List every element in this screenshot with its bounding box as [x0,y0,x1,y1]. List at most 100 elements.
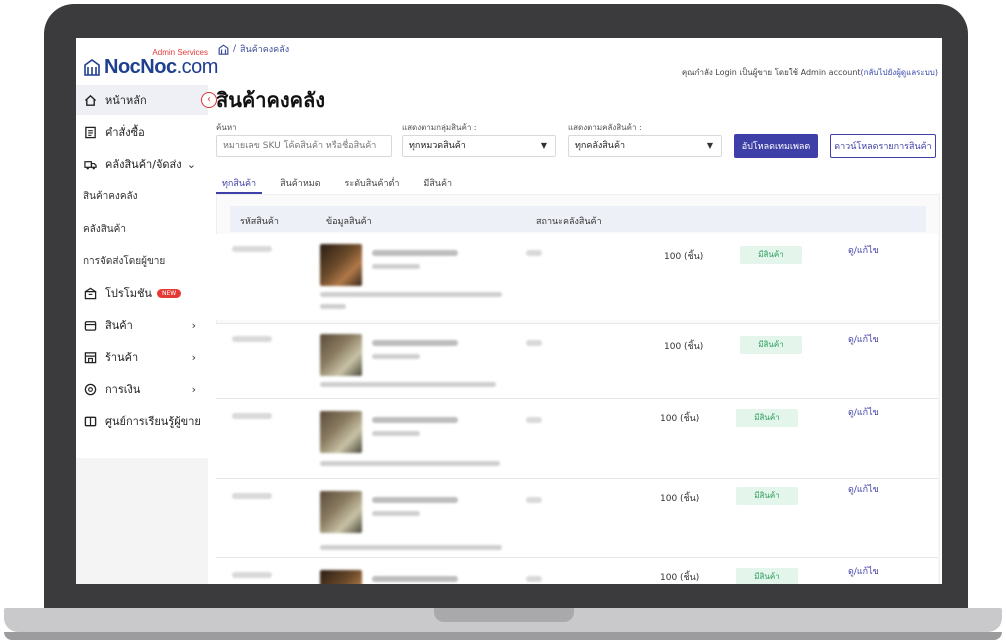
stock-quantity: 100 (ชิ้น) [660,494,700,504]
sku-blurred [232,493,272,499]
sidebar-item-promotion[interactable]: โปรโมชัน NEW [76,278,208,308]
logo-brand: NocNoc [104,56,177,78]
sidebar-item-label: คำสั่งซื้อ [105,126,145,139]
sidebar-item-warehouse[interactable]: คลังสินค้า/จัดส่ง ⌄ [76,149,208,179]
logo-text: NocNoc.com [104,56,218,79]
product-thumbnail [320,244,362,286]
product-thumbnail [320,334,362,376]
breadcrumb: / สินค้าคงคลัง [218,42,289,56]
warehouse-label: แสดงตามคลังสินค้า : [568,123,642,132]
sidebar-item-finance[interactable]: การเงิน › [76,374,208,404]
caret-down-icon: ▼ [706,141,713,150]
page-title: สินค้าคงคลัง [216,88,326,112]
product-name-blurred [372,250,458,256]
stock-quantity: 100 (ชิ้น) [664,342,704,352]
breadcrumb-current: สินค้าคงคลัง [240,45,290,55]
column-header-stock-status: สถานะคลังสินค้า [536,217,602,227]
sidebar-item-orders[interactable]: คำสั่งซื้อ [76,117,208,147]
chevron-right-icon[interactable]: › [192,351,196,364]
product-desc-blurred [320,292,502,297]
view-edit-link[interactable]: ดู/แก้ไข [848,243,879,257]
chevron-right-icon[interactable]: › [192,319,196,332]
truck-icon [83,157,97,171]
upload-template-button[interactable]: อัปโหลดเทมเพลต [734,134,818,158]
table-row: 100 (ชิ้น) มีสินค้า ดู/แก้ไข [216,479,938,565]
laptop-notch [434,608,574,622]
sku-blurred [232,246,272,252]
collapse-sidebar-icon[interactable]: ‹ [201,92,217,108]
logo-house-icon [84,59,100,76]
logo-domain: .com [176,56,219,78]
tab-in-stock[interactable]: มีสินค้า [417,176,458,194]
sidebar: Admin Services NocNoc.com หน้าหลัก คำสั่… [76,38,218,458]
sidebar-item-label: หน้าหลัก [105,94,147,107]
chevron-right-icon[interactable]: › [192,383,196,396]
product-box-icon [83,318,97,332]
book-icon [83,414,97,428]
product-desc-blurred [320,304,346,309]
stock-quantity: 100 (ชิ้น) [660,414,700,424]
search-label: ค้นหา [216,123,237,132]
column-header-product-info: ข้อมูลสินค้า [326,217,372,227]
tab-out-of-stock[interactable]: สินค้าหมด [274,176,326,194]
product-desc-blurred [320,461,500,466]
sidebar-item-home[interactable]: หน้าหลัก [76,85,208,115]
back-to-admin-link[interactable]: (กลับไปยังผู้ดูแลระบบ) [861,68,938,77]
logo[interactable]: Admin Services NocNoc.com [84,48,218,84]
account-info: คุณกำลัง Login เป็นผู้ขาย โดยใช้ Admin a… [682,66,938,79]
laptop-base-edge [4,632,1002,640]
tab-bar: ทุกสินค้า สินค้าหมด ระดับสินค้าต่ำ มีสิน… [216,176,458,194]
sidebar-empty-area [76,458,208,584]
sku-blurred [232,336,272,342]
stock-quantity: 100 (ชิ้น) [660,573,700,583]
sidebar-item-store[interactable]: ร้านค้า › [76,342,208,372]
sidebar-item-products[interactable]: สินค้า › [76,310,208,340]
warehouse-select[interactable]: ทุกคลังสินค้า ▼ [568,135,722,157]
sidebar-subitem-inventory[interactable]: สินค้าคงคลัง [83,189,138,204]
view-edit-link[interactable]: ดู/แก้ไข [848,482,879,496]
product-group-select[interactable]: ทุกหมวดสินค้า ▼ [402,135,556,157]
column-header-sku: รหัสสินค้า [240,217,279,227]
breadcrumb-home-icon[interactable] [218,43,229,55]
view-edit-link[interactable]: ดู/แก้ไข [848,332,879,346]
tab-low-stock[interactable]: ระดับสินค้าต่ำ [339,176,406,194]
sidebar-item-label: สินค้า [105,319,133,332]
download-products-button[interactable]: ดาวน์โหลดรายการสินค้า [830,134,936,158]
order-list-icon [83,125,97,139]
screen: Admin Services NocNoc.com หน้าหลัก คำสั่… [76,38,942,584]
view-edit-link[interactable]: ดู/แก้ไข [848,564,879,578]
product-desc-blurred [320,382,496,387]
new-badge: NEW [156,288,182,298]
product-thumbnail [320,491,362,533]
tab-all-products[interactable]: ทุกสินค้า [216,176,263,194]
caret-down-icon: ▼ [540,141,547,150]
sku-blurred [232,572,272,578]
chevron-down-icon[interactable]: ⌄ [187,158,196,171]
stock-status-blurred [526,497,542,503]
sku-blurred [232,413,272,419]
home-icon [83,93,97,107]
status-badge: มีสินค้า [736,409,798,427]
product-name-blurred [372,497,458,503]
sidebar-item-label: ศูนย์การเรียนรู้ผู้ขาย [105,415,201,428]
stock-quantity: 100 (ชิ้น) [664,252,704,262]
search-input[interactable] [216,135,392,157]
table-row: 100 (ชิ้น) มีสินค้า ดู/แก้ไข [216,399,938,485]
product-name-blurred [372,340,458,346]
sidebar-subitem-seller-shipping[interactable]: การจัดส่งโดยผู้ขาย [83,254,165,269]
product-group-value: ทุกหมวดสินค้า [409,141,466,151]
stock-status-blurred [526,250,542,256]
stock-status-blurred [526,340,542,346]
table-header: รหัสสินค้า ข้อมูลสินค้า สถานะคลังสินค้า [230,206,926,232]
sidebar-subitem-warehouses[interactable]: คลังสินค้า [83,222,126,237]
sidebar-item-label: คลังสินค้า/จัดส่ง [105,158,182,171]
sidebar-item-seller-learning[interactable]: ศูนย์การเรียนรู้ผู้ขาย [76,406,208,436]
product-thumbnail [320,411,362,453]
view-edit-link[interactable]: ดู/แก้ไข [848,405,879,419]
product-sku-blurred [372,511,420,516]
store-icon [83,350,97,364]
status-badge: มีสินค้า [736,568,798,584]
product-group-label: แสดงตามกลุ่มสินค้า : [402,123,477,132]
table-row: 100 (ชิ้น) มีสินค้า ดู/แก้ไข [216,558,938,584]
sidebar-item-label: การเงิน [105,383,141,396]
